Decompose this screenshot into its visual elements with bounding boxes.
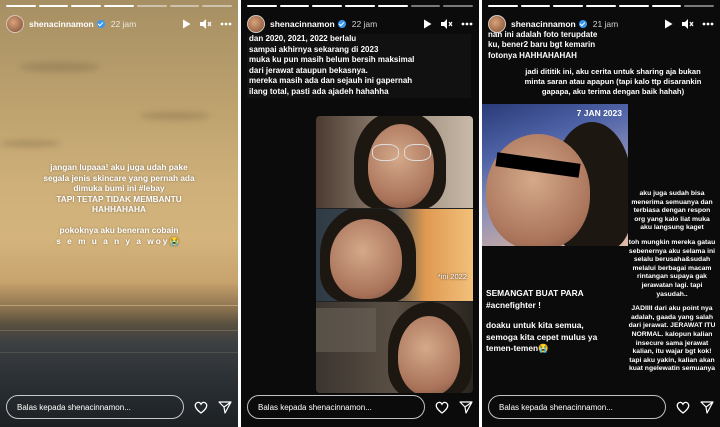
heart-icon[interactable] [435,400,449,414]
photo-date: 7 JAN 2023 [576,108,622,118]
photo-censored-selfie: 7 JAN 2023 [482,104,628,246]
story-caption-left: SEMANGAT BUAT PARA #acnefighter ! doaku … [482,288,610,364]
caption-paragraph: toh mungkin mereka gatau sebenernya aku … [628,238,716,298]
wave-line [0,330,238,331]
caption-paragraph: JADIIII dari aku point nya adalah, gaada… [628,305,716,373]
verified-icon [96,20,105,28]
story-caption: jangan lupaaa! aku juga udah pake segala… [18,162,220,246]
caption-line: pokoknya aku beneran cobain [59,224,179,235]
caption-line: jadi dititik ini, aku cerita untuk shari… [525,67,701,76]
story-panel-2[interactable]: shenacinnamon 22 jam dan 2020, 2021, 202… [241,0,479,427]
story-progress [6,5,233,7]
cloud [0,140,60,147]
caption-line: dimuka bumi ini #lebay [73,183,165,194]
username[interactable]: shenacinnamon [270,19,335,29]
story-caption: dan 2020, 2021, 2022 berlalu sampai akhi… [247,34,471,98]
verified-icon [578,20,587,28]
story-header: shenacinnamon 21 jam [488,13,714,35]
story-progress [488,5,715,7]
caption-paragraph: SEMANGAT BUAT PARA #acnefighter ! [486,288,584,310]
send-icon[interactable] [218,400,232,414]
story-panel-3[interactable]: shenacinnamon 21 jam nah ini adalah foto… [482,0,720,427]
caption-line: fotonya HAHHAHAHAH [488,50,577,60]
caption-paragraph: aku juga sudah bisa menerima semuanya da… [631,190,713,232]
mute-icon[interactable] [200,18,212,30]
story-panel-1[interactable]: shenacinnamon 22 jam jangan lupaaa! aku … [0,0,238,427]
mute-icon[interactable] [441,18,453,30]
heart-icon[interactable] [194,400,208,414]
cloud [20,62,100,72]
more-icon[interactable] [702,18,714,30]
photo-smile: *ini 2022 [316,209,473,301]
story-caption-mid: jadi dititik ini, aku cerita untuk shari… [512,67,714,96]
post-time: 22 jam [110,19,137,29]
verified-icon [337,20,346,28]
avatar[interactable] [247,15,265,33]
cloud [140,112,210,120]
caption-line: segala jenis skincare yang pernah ada [43,172,195,183]
caption-line: ku, bener2 baru bgt kemarin [488,40,596,50]
story-footer: Balas kepada shenacinnamon... [488,395,714,419]
caption-line: sampai akhirnya sekarang di 2023 [249,44,379,54]
caption-line: minta saran atau apapun (tapi kalo ttp d… [524,76,702,86]
caption-line: ilang total, pasti ada ajadeh hahahha [249,86,389,96]
send-icon[interactable] [700,400,714,414]
avatar[interactable] [488,15,506,33]
reply-input[interactable]: Balas kepada shenacinnamon... [247,395,425,419]
post-time: 21 jam [592,19,619,29]
photo-collage: *ini 2022 [316,116,473,393]
story-header: shenacinnamon 22 jam [6,13,232,35]
photo-casual [316,302,473,393]
username[interactable]: shenacinnamon [29,19,94,29]
caption-line: mereka masih ada dan sejauh ini gapernah [249,76,413,86]
caption-line: jangan lupaaa! aku juga udah pake [50,162,188,172]
story-footer: Balas kepada shenacinnamon... [247,395,473,419]
username[interactable]: shenacinnamon [511,19,576,29]
caption-line: HAHHAHAHA [92,204,146,215]
post-time: 22 jam [351,19,378,29]
reply-input[interactable]: Balas kepada shenacinnamon... [488,395,666,419]
play-icon[interactable] [180,18,192,30]
story-header: shenacinnamon 22 jam [247,13,473,35]
story-progress [247,5,474,7]
caption-line: muka ku pun masih belum bersih maksimal [249,55,415,65]
photo-label: *ini 2022 [437,272,467,281]
story-footer: Balas kepada shenacinnamon... [6,395,232,419]
caption-line: dari jerawat ataupun bekasnya. [249,65,368,75]
more-icon[interactable] [461,18,473,30]
reply-input[interactable]: Balas kepada shenacinnamon... [6,395,184,419]
mute-icon[interactable] [682,18,694,30]
play-icon[interactable] [662,18,674,30]
horizon-line [0,305,238,306]
story-caption-right: aku juga sudah bisa menerima semuanya da… [628,190,716,380]
caption-line: gapapa, aku terima dengan baik hahah) [541,86,685,96]
play-icon[interactable] [421,18,433,30]
caption-paragraph: doaku untuk kita semua, semoga kita cepe… [486,320,598,354]
send-icon[interactable] [459,400,473,414]
caption-line: dan 2020, 2021, 2022 berlalu [249,34,357,43]
heart-icon[interactable] [676,400,690,414]
caption-line: s e m u a n y a woy😭 [56,235,182,246]
avatar[interactable] [6,15,24,33]
more-icon[interactable] [220,18,232,30]
caption-line: TAPI TETAP TIDAK MEMBANTU [56,193,182,204]
wave-line [0,352,238,353]
photo-glasses [316,116,473,208]
